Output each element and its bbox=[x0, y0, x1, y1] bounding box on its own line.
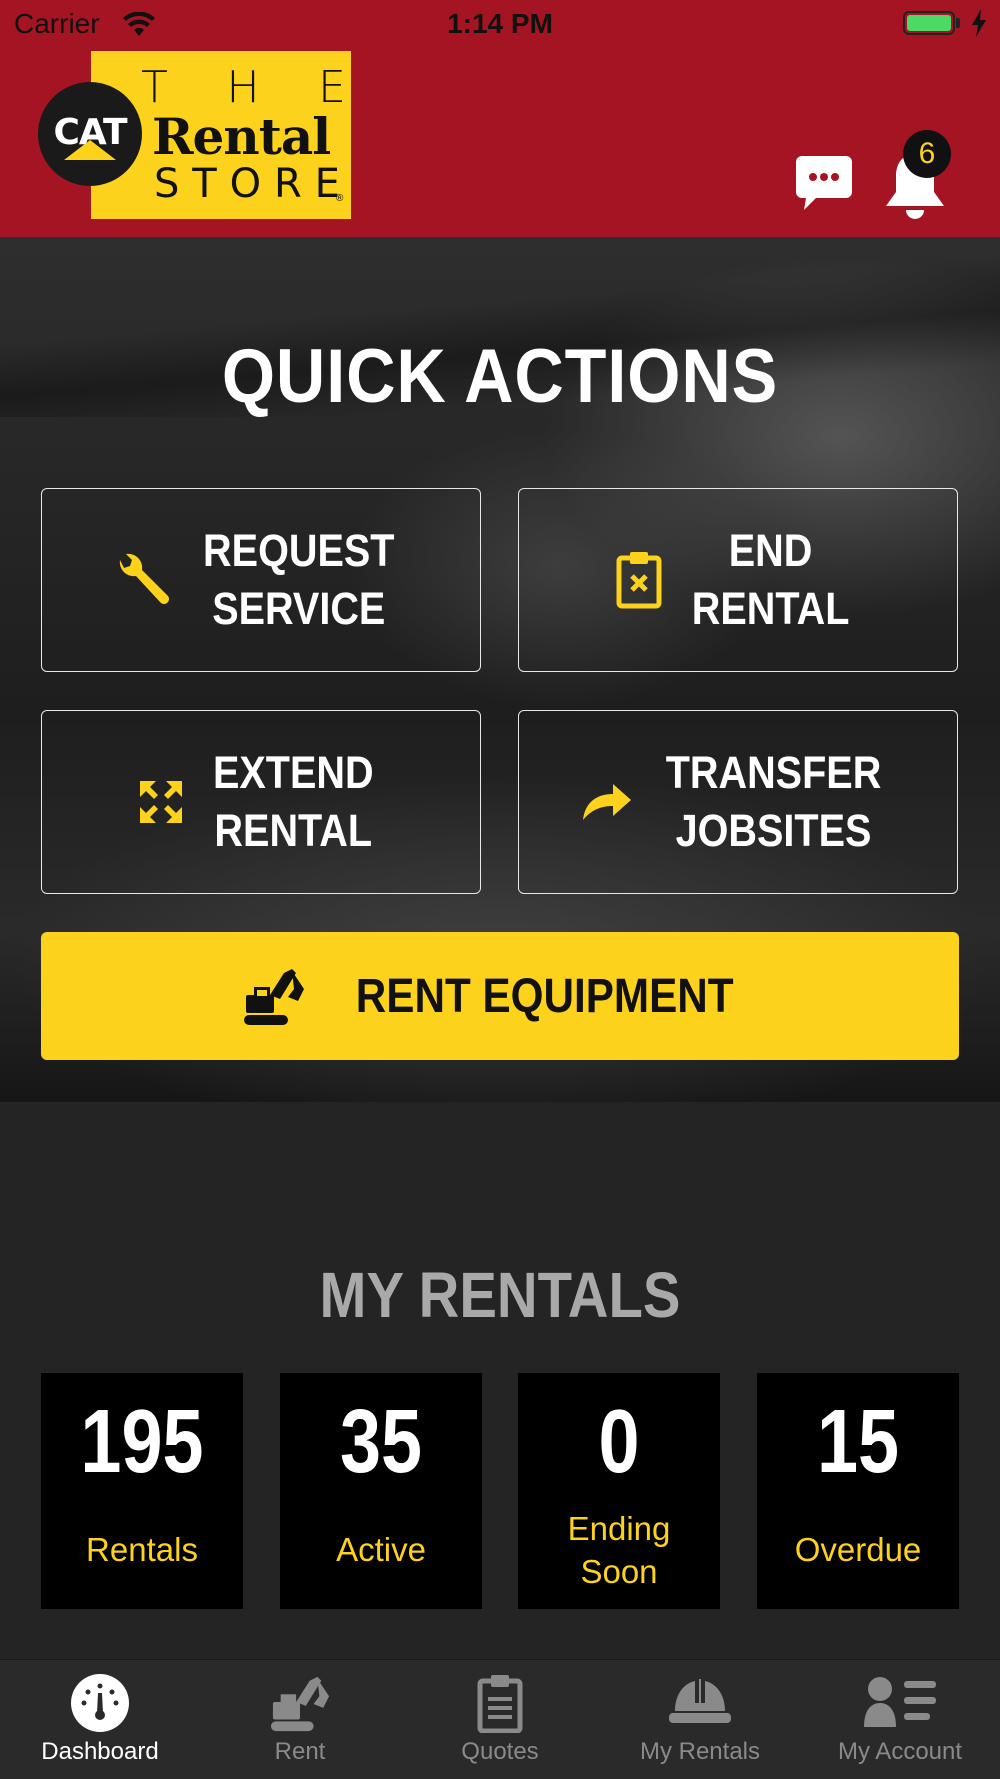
excavator-icon bbox=[244, 969, 305, 1025]
stat-value: 35 bbox=[339, 1392, 423, 1492]
stat-label: Rentals bbox=[86, 1531, 198, 1568]
transfer-jobsites-button[interactable]: TRANSFER JOBSITES bbox=[518, 710, 958, 894]
account-icon bbox=[864, 1677, 936, 1727]
rent-equipment-label: RENT EQUIPMENT bbox=[356, 969, 734, 1023]
excavator-icon bbox=[270, 1676, 330, 1732]
transfer-jobsites-label: TRANSFER JOBSITES bbox=[665, 747, 881, 856]
tab-my-rentals[interactable]: My Rentals bbox=[600, 1659, 800, 1778]
stat-value: 15 bbox=[816, 1392, 900, 1492]
gauge-icon bbox=[71, 1674, 129, 1732]
stat-ending-soon[interactable]: 0 Ending Soon bbox=[518, 1373, 720, 1609]
battery-icon bbox=[903, 11, 955, 35]
notification-count-badge: 6 bbox=[903, 130, 951, 178]
cat-logo-triangle bbox=[64, 140, 116, 160]
tab-label: Quotes bbox=[461, 1738, 539, 1765]
stat-overdue[interactable]: 15 Overdue bbox=[757, 1373, 959, 1609]
battery-tip bbox=[956, 18, 960, 28]
stat-label-line1: Ending bbox=[567, 1510, 671, 1547]
tab-label: Rent bbox=[274, 1738, 326, 1765]
stat-label: Overdue bbox=[794, 1531, 922, 1568]
share-arrow-icon bbox=[582, 784, 631, 820]
tab-dashboard[interactable]: Dashboard bbox=[0, 1659, 200, 1778]
logo-store: STORE bbox=[154, 161, 340, 207]
tab-quotes[interactable]: Quotes bbox=[400, 1659, 600, 1778]
stat-label-line2: Soon bbox=[580, 1553, 658, 1590]
tab-my-account[interactable]: My Account bbox=[800, 1659, 1000, 1778]
expand-arrows-icon bbox=[139, 781, 182, 823]
stat-rentals[interactable]: 195 Rentals bbox=[41, 1373, 243, 1609]
my-rentals-title: MY RENTALS bbox=[319, 1259, 681, 1331]
end-rental-button[interactable]: END RENTAL bbox=[518, 488, 958, 672]
clipboard-icon bbox=[477, 1675, 523, 1733]
stat-value: 195 bbox=[80, 1392, 204, 1492]
extend-rental-button[interactable]: EXTEND RENTAL bbox=[41, 710, 481, 894]
extend-rental-label: EXTEND RENTAL bbox=[212, 747, 374, 856]
tab-rent[interactable]: Rent bbox=[200, 1659, 400, 1778]
stat-label: Active bbox=[336, 1531, 426, 1568]
tab-label: My Account bbox=[837, 1738, 963, 1765]
stat-value: 0 bbox=[598, 1392, 640, 1492]
clock: 1:14 PM bbox=[447, 8, 553, 39]
clipboard-x-icon bbox=[616, 552, 662, 609]
logo-rental: Rental bbox=[152, 107, 331, 166]
rent-equipment-button[interactable]: RENT EQUIPMENT bbox=[41, 932, 959, 1060]
wrench-icon bbox=[120, 553, 170, 604]
end-rental-label: END RENTAL bbox=[692, 525, 850, 634]
request-service-label: REQUEST SERVICE bbox=[203, 525, 395, 634]
hardhat-icon bbox=[669, 1679, 731, 1723]
charging-bolt-icon bbox=[972, 9, 986, 37]
quick-actions-title: QUICK ACTIONS bbox=[221, 334, 779, 419]
tab-label: Dashboard bbox=[41, 1738, 159, 1765]
stat-active[interactable]: 35 Active bbox=[280, 1373, 482, 1609]
logo-the: THE bbox=[141, 62, 346, 113]
request-service-button[interactable]: REQUEST SERVICE bbox=[41, 488, 481, 672]
chat-bubble-icon[interactable] bbox=[794, 154, 854, 212]
tab-label: My Rentals bbox=[639, 1738, 761, 1765]
registered-mark: ® bbox=[336, 193, 344, 204]
